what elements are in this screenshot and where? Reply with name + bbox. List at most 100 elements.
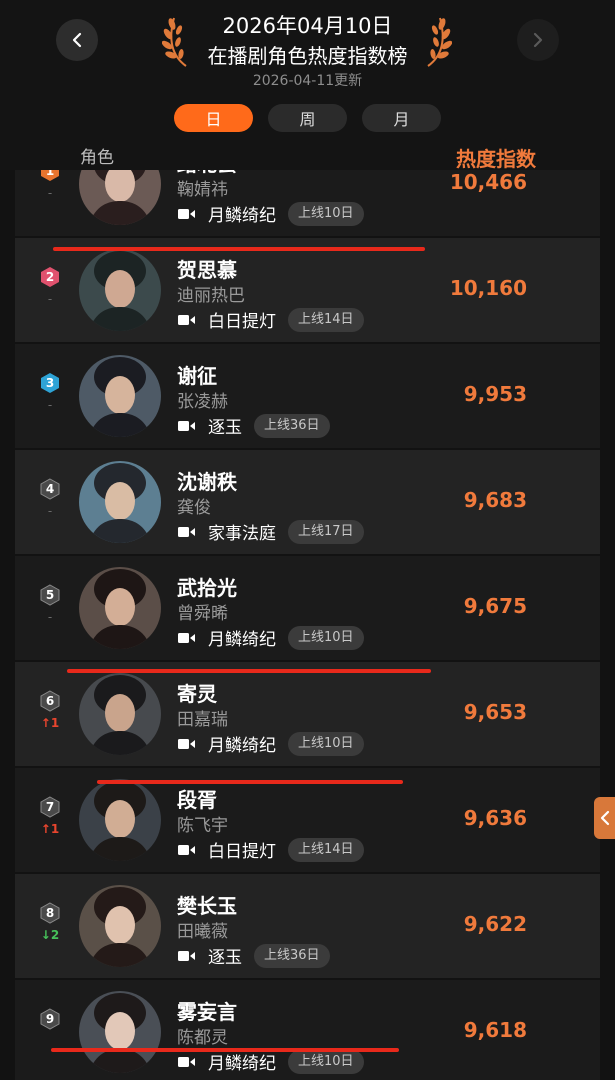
rank-badge: 9 (39, 1008, 61, 1030)
online-days-badge: 上线17日 (288, 519, 364, 544)
online-days-badge: 上线10日 (288, 201, 364, 226)
actor-name: 陈飞宇 (177, 816, 228, 836)
role-name: 沈谢秩 (177, 470, 237, 494)
online-days-badge: 上线14日 (288, 837, 364, 862)
rank-number: 5 (45, 588, 55, 602)
drama-name[interactable]: 家事法庭 (208, 519, 276, 544)
chevron-left-icon (600, 810, 609, 826)
annotation-line (51, 1048, 399, 1052)
drama-info: 逐玉 上线36日 (178, 413, 330, 438)
drama-name[interactable]: 月鳞绮纪 (208, 1049, 276, 1074)
heat-value: 9,618 (463, 1018, 527, 1042)
online-days-badge: 上线10日 (288, 731, 364, 756)
rank-number: 6 (45, 694, 55, 708)
actor-name: 鞠婧祎 (177, 180, 228, 200)
actor-name: 迪丽热巴 (177, 286, 245, 306)
drama-name[interactable]: 逐玉 (208, 943, 242, 968)
drama-name[interactable]: 逐玉 (208, 413, 242, 438)
rank-change: - (47, 292, 53, 306)
date-title: 2026年04月10日 (222, 14, 393, 38)
rank-change: ↓2 (40, 928, 60, 942)
rank-change: ↑1 (40, 822, 60, 836)
drama-name[interactable]: 月鳞绮纪 (208, 731, 276, 756)
role-name: 贺思慕 (177, 258, 237, 282)
list-item[interactable]: 8 ↓2 樊长玉 田曦薇 逐玉 上线36日 9,622 (15, 874, 600, 978)
list-item[interactable]: 5 - 武拾光曾舜晞 月鳞绮纪 上线10日 9,675 (15, 556, 600, 660)
rank-change: - (47, 186, 53, 200)
role-name: 武拾光 (177, 576, 237, 600)
portrait-image (79, 991, 161, 1073)
drama-info: 家事法庭 上线17日 (178, 519, 364, 544)
rank-number: 4 (45, 482, 55, 496)
online-days-badge: 上线36日 (254, 413, 330, 438)
list-item[interactable]: 1-路北县鞠婧祎月鳞绮纪上线10日10,466 (15, 170, 600, 236)
role-name: 段胥 (177, 788, 217, 812)
avatar (79, 355, 161, 437)
list-item[interactable]: 2 - 贺思慕 迪丽热巴 白日提灯 上线14日 10,160 (15, 238, 600, 342)
rank-number: 7 (45, 800, 55, 814)
video-camera-icon (178, 526, 196, 538)
side-drawer-handle[interactable] (594, 797, 615, 839)
role-name: 樊长玉 (177, 894, 237, 918)
tab-day[interactable]: 日 (174, 104, 253, 132)
rank-number: 9 (45, 1012, 55, 1026)
tab-week[interactable]: 周 (268, 104, 347, 132)
drama-name[interactable]: 月鳞绮纪 (208, 625, 276, 650)
heat-value: 9,653 (463, 700, 527, 724)
portrait-image (79, 567, 161, 649)
heat-value: 10,466 (449, 170, 527, 194)
heat-value: 9,675 (463, 594, 527, 618)
drama-name[interactable]: 白日提灯 (208, 307, 276, 332)
rank-change: - (47, 610, 53, 624)
portrait-image (79, 461, 161, 543)
period-tabs: 日 周 月 (174, 104, 441, 132)
drama-info: 逐玉 上线36日 (178, 943, 330, 968)
rank-number: 8 (45, 906, 55, 920)
avatar (79, 461, 161, 543)
video-camera-icon (178, 420, 196, 432)
drama-info: 白日提灯 上线14日 (178, 837, 364, 862)
rank-badge: 1 (39, 170, 61, 182)
actor-name: 龚俊 (177, 498, 211, 518)
column-header-role: 角色 (80, 148, 114, 168)
video-camera-icon (178, 208, 196, 220)
video-camera-icon (178, 950, 196, 962)
avatar (79, 885, 161, 967)
rank-change: ↑1 (40, 716, 60, 730)
heat-value: 10,160 (449, 276, 527, 300)
avatar (79, 779, 161, 861)
drama-info: 月鳞绮纪 上线10日 (178, 201, 364, 226)
actor-name: 曾舜晞 (177, 604, 228, 624)
actor-name: 田嘉瑞 (177, 710, 228, 730)
rank-badge: 5 (39, 584, 61, 606)
rank-number: 3 (45, 376, 55, 390)
online-days-badge: 上线10日 (288, 625, 364, 650)
column-header-heat: 热度指数 (456, 147, 536, 171)
drama-name[interactable]: 月鳞绮纪 (208, 201, 276, 226)
actor-name: 张凌赫 (177, 392, 228, 412)
portrait-image (79, 885, 161, 967)
list-item[interactable]: 9 雾妄言 陈都灵 月鳞绮纪 上线10日 9,618 (15, 980, 600, 1080)
video-camera-icon (178, 632, 196, 644)
list-item[interactable]: 3 - 谢征张凌赫 逐玉 上线36日 9,953 (15, 344, 600, 448)
list-item[interactable]: 4 - 沈谢秩 龚俊 家事法庭 上线17日 9,683 (15, 450, 600, 554)
video-camera-icon (178, 844, 196, 856)
rank-change: - (47, 504, 53, 518)
avatar (79, 170, 161, 225)
rank-badge: 4 (39, 478, 61, 500)
rank-change: - (47, 398, 53, 412)
ranking-list: 1-路北县鞠婧祎月鳞绮纪上线10日10,4662-贺思慕迪丽热巴白日提灯上线14… (15, 170, 600, 1080)
updated-label: 2026-04-11更新 (252, 73, 363, 89)
avatar (79, 567, 161, 649)
heat-value: 9,953 (463, 382, 527, 406)
drama-name[interactable]: 白日提灯 (208, 837, 276, 862)
header: 2026年04月10日 在播剧角色热度指数榜 2026-04-11更新 日 周 … (0, 0, 615, 171)
rank-badge: 7 (39, 796, 61, 818)
tab-month[interactable]: 月 (362, 104, 441, 132)
heat-value: 9,636 (463, 806, 527, 830)
list-item[interactable]: 6 ↑1 寄灵 田嘉瑞 月鳞绮纪 上线10日 9,653 (15, 662, 600, 766)
avatar (79, 673, 161, 755)
role-name: 谢征 (177, 364, 217, 388)
actor-name: 陈都灵 (177, 1028, 228, 1048)
drama-info: 月鳞绮纪 上线10日 (178, 625, 364, 650)
